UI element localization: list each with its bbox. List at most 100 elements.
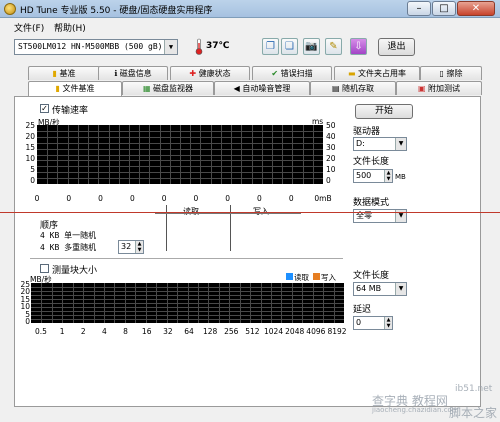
camera-icon: 📷 [305, 41, 318, 52]
menu-help[interactable]: 帮助(H) [54, 21, 86, 34]
start-button[interactable]: 开始 [355, 104, 413, 119]
tab-disk-monitor[interactable]: ▦ 磁盘监视器 [122, 81, 214, 95]
transfer-rate-label: 传输速率 [52, 106, 89, 116]
tab-disk-info[interactable]: ℹ 磁盘信息 [98, 66, 168, 80]
file-length-unit: MB [395, 173, 406, 181]
temperature-readout: 37℃ [206, 41, 230, 51]
title-bar: HD Tune 专业版 5.50 - 硬盘/固态硬盘实用程序 – □ ✕ [0, 0, 500, 18]
tab-label: 文件夹占用率 [358, 69, 407, 78]
x-tick-label: 0 [129, 194, 135, 203]
maximize-button[interactable]: □ [432, 1, 456, 16]
file-benchmark-icon: ▮ [55, 84, 60, 93]
block-size-label: 测量块大小 [52, 266, 98, 276]
y-tick-label-left: 20 [25, 132, 35, 141]
options-button[interactable]: ✎ [325, 38, 342, 55]
tab-label: 自动噪音管理 [242, 84, 291, 93]
screenshot-button[interactable]: 📷 [303, 38, 320, 55]
tab-health[interactable]: ✚ 健康状态 [170, 66, 250, 80]
y-tick-label-right: 40 [326, 132, 336, 141]
window-title: HD Tune 专业版 5.50 - 硬盘/固态硬盘实用程序 [20, 6, 213, 16]
random-icon: ▤ [331, 84, 340, 93]
copy-icon: ❐ [266, 41, 275, 52]
block-size-chart [31, 283, 344, 323]
drive-letter-value: D: [356, 139, 365, 148]
tab-folder-usage[interactable]: ▬ 文件夹占用率 [334, 66, 420, 80]
tab-error-scan[interactable]: ✔ 错误扫描 [252, 66, 332, 80]
delay-label: 延迟 [353, 305, 372, 315]
copy-all-button[interactable]: ❏ [281, 38, 298, 55]
block-x-tick-label: 8192 [327, 327, 347, 336]
exit-button[interactable]: 退出 [378, 38, 415, 56]
minimize-button[interactable]: – [407, 1, 431, 16]
tab-benchmark[interactable]: ▮ 基准 [28, 66, 100, 80]
y-tick-label-left: 0 [30, 176, 35, 185]
tab-random-access[interactable]: ▤ 随机存取 [310, 81, 396, 95]
tab-label: 附加测试 [428, 84, 461, 93]
tab-label: 健康状态 [198, 69, 231, 78]
random-single-label: 4 KB 单一随机 [40, 231, 97, 240]
thermometer-icon [195, 38, 203, 55]
read-legend-swatch [286, 273, 293, 280]
folder-icon: ▬ [347, 69, 356, 78]
x-tick-label: 0 [161, 194, 167, 203]
data-mode-label: 数据模式 [353, 198, 390, 208]
block-grid [31, 283, 344, 323]
menu-bar: 文件(F) 帮助(H) [0, 19, 500, 34]
chevron-down-icon: ▼ [395, 138, 406, 150]
file-length-stepper[interactable]: 500 ▲ ▼ [353, 169, 393, 183]
section-separator [30, 258, 343, 259]
y-tick-label-right: 0 [326, 176, 331, 185]
tab-label: 擦除 [446, 69, 463, 78]
copy-info-button[interactable]: ❐ [262, 38, 279, 55]
speaker-icon: ◀ [233, 84, 240, 93]
queue-depth-value: 32 [121, 242, 132, 251]
y-tick-label-right: 10 [326, 165, 336, 174]
chevron-down-icon: ▼ [395, 283, 406, 295]
tab-file-benchmark[interactable]: ▮ 文件基准 [28, 81, 122, 96]
file-length-label: 文件长度 [353, 157, 390, 167]
x-tick-label: 0 [225, 194, 231, 203]
menu-file[interactable]: 文件(F) [14, 21, 44, 34]
trash-icon: ▯ [439, 69, 444, 78]
y-tick-label-right: 30 [326, 143, 336, 152]
download-arrow-icon: ⇩ [354, 41, 363, 52]
delay-stepper[interactable]: 0 ▲ ▼ [353, 316, 393, 330]
close-button[interactable]: ✕ [457, 1, 495, 16]
scan-icon: ✔ [271, 69, 279, 78]
tab-label: 磁盘信息 [119, 69, 152, 78]
watermark-line3: jiaocheng.chazidian.com [372, 406, 459, 414]
drive-select[interactable]: ST500LM012 HN-M500MBB (500 gB) ▼ [14, 39, 178, 55]
transfer-rate-chart [37, 125, 323, 184]
tab-label: 磁盘监视器 [153, 84, 194, 93]
x-tick-label: 0 [98, 194, 103, 203]
column-underline [155, 213, 301, 214]
drive-letter-select[interactable]: D: ▼ [353, 137, 407, 151]
x-tick-label: 0 [288, 194, 294, 203]
save-button[interactable]: ⇩ [350, 38, 367, 55]
block-file-length-select[interactable]: 64 MB ▼ [353, 282, 407, 296]
tab-extra-tests[interactable]: ▣ 附加测试 [396, 81, 482, 95]
tab-erase[interactable]: ▯ 擦除 [420, 66, 482, 80]
file-length-value: 500 [356, 171, 372, 180]
transfer-grid [37, 125, 323, 184]
transfer-rate-checkbox[interactable]: ✓ [40, 104, 49, 113]
health-cross-icon: ✚ [189, 69, 197, 78]
drive-label: 驱动器 [353, 127, 381, 137]
block-size-checkbox[interactable] [40, 264, 49, 273]
block-file-length-value: 64 MB [356, 284, 382, 293]
y-tick-label-right: 20 [326, 154, 336, 163]
spinner-arrows-icon: ▲ ▼ [384, 317, 392, 329]
queue-depth-stepper[interactable]: 32 ▲ ▼ [118, 240, 144, 254]
spinner-arrows-icon: ▲ ▼ [135, 241, 143, 253]
watermark-line4: 脚本之家 [449, 406, 498, 420]
y-tick-label-left: 5 [30, 165, 35, 174]
y-tick-label-left: 15 [25, 143, 35, 152]
tab-label: 文件基准 [62, 84, 95, 93]
y-tick-label-left: 10 [25, 154, 35, 163]
write-legend-label: 写入 [321, 273, 336, 282]
spinner-arrows-icon: ▲ ▼ [384, 170, 392, 182]
tab-noise-management[interactable]: ◀ 自动噪音管理 [214, 81, 310, 95]
delay-value: 0 [356, 318, 362, 327]
tab-label: 基准 [59, 69, 76, 78]
tab-label: 随机存取 [342, 84, 375, 93]
